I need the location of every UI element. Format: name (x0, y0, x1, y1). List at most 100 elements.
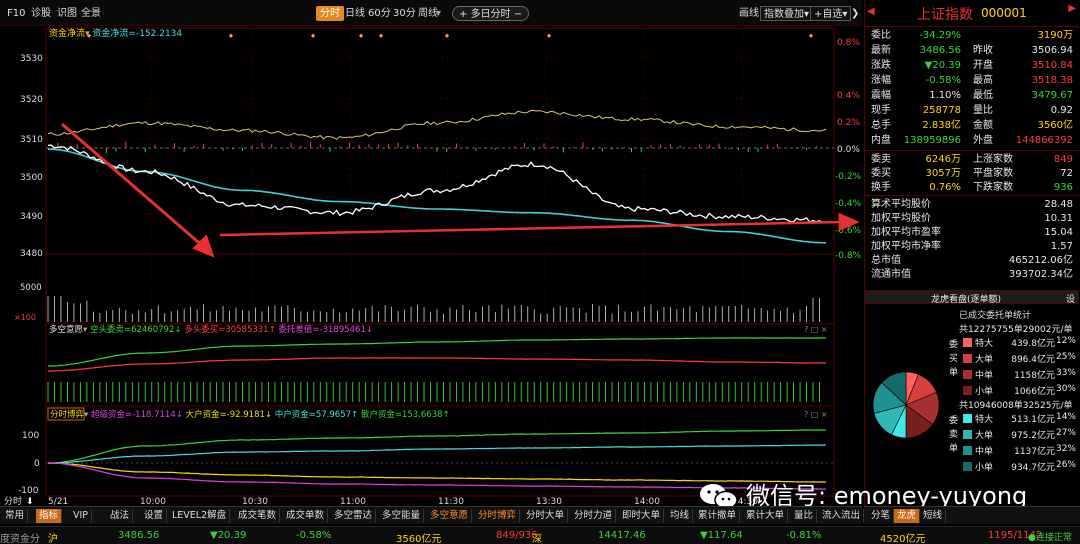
indicator-tab[interactable]: 成交单数 (283, 509, 329, 523)
y-tick-left: 3530 (20, 54, 43, 64)
y-tick-right: 0.8% (837, 38, 860, 48)
quote-key: 最低 (973, 90, 993, 101)
draw-line-button[interactable]: 画线 (736, 6, 762, 21)
tab-shortline[interactable]: 短线 (920, 509, 947, 523)
back-icon[interactable]: ◀ (867, 3, 877, 21)
valuation-value: 465212.06亿 (1008, 255, 1073, 266)
quote-key: 内盘 (871, 135, 891, 146)
indicator-tab[interactable]: 量比 (791, 509, 818, 523)
quote-key: 总手 (871, 120, 891, 131)
indicator-tab[interactable]: 多空雷达 (331, 509, 377, 523)
game-indicator-title[interactable]: 分时博弈 (50, 409, 85, 420)
order-color-swatch (963, 414, 972, 423)
quote-value: 144866392 (1015, 135, 1073, 146)
chevron-down-icon: ▾ (842, 9, 848, 20)
collapse-panel-icon[interactable]: ❯ (848, 6, 862, 21)
panel-controls[interactable]: ? □ × (804, 410, 828, 419)
index-overlay-button[interactable]: 指数叠加▾ (760, 6, 814, 21)
order-amount: 1066亿元 (1014, 387, 1055, 397)
quote-key: 涨幅 (871, 75, 891, 86)
valuation-row: 算术平均股价 28.48 (865, 198, 1077, 211)
quote-value: -0.58% (925, 75, 961, 86)
quote-value: ▼20.39 (924, 60, 961, 71)
indicator-tab[interactable]: LEVEL2解盘 (169, 509, 231, 523)
quote-panel: ◀ 上证指数 000001 ▶ 委比 -34.29% 3190万 最新 3486.56 昨… (864, 0, 1080, 506)
forward-icon[interactable]: ▶ (1068, 3, 1076, 14)
connected-icon: ● (1028, 533, 1036, 543)
indicator-tab[interactable]: 累计大单 (743, 509, 789, 523)
quote-key: 下跌家数 (973, 182, 1013, 193)
quote-value: 0.92 (1050, 105, 1073, 116)
diagnose-button[interactable]: 诊股 (28, 6, 54, 21)
valuation-value: 393702.34亿 (1008, 269, 1073, 280)
minus-icon[interactable]: − (511, 9, 522, 20)
period-dropdown-icon[interactable]: ▾ (436, 6, 441, 21)
fullview-button[interactable]: 全景 (78, 6, 104, 21)
indicator-tab[interactable]: 流入流出 (819, 509, 865, 523)
order-side-label: 委 (949, 340, 959, 350)
indicator-tab[interactable]: VIP (70, 509, 93, 523)
dragon-title: 龙虎看盘(逐单额) (931, 295, 1002, 305)
valuation-value: 1.57 (1050, 241, 1073, 252)
long-buy-value: 多头委买=30585331 (184, 324, 268, 335)
quote-value: 849 (1053, 154, 1073, 165)
f10-button[interactable]: F10 (4, 6, 28, 21)
game-y-tick: -100 (18, 486, 39, 496)
multiday-timeshare-control[interactable]: + 多日分时 − (452, 6, 530, 21)
plus-icon[interactable]: + (459, 9, 471, 20)
sz-price: 14417.46 (598, 530, 646, 541)
indicator-tab[interactable]: 分时大单 (523, 509, 569, 523)
valuation-row: 加权平均市净率 1.57 (865, 240, 1077, 253)
svg-text:资金净流▾ 资金净流=-152.2134: 资金净流▾ 资金净流=-152.2134 (49, 27, 182, 39)
tab-dragon[interactable]: 龙虎 (894, 509, 921, 523)
dragon-settings-button[interactable]: 设 (1066, 292, 1075, 305)
tab-trades[interactable]: 分笔 (868, 509, 895, 523)
quote-key: 换手 (871, 182, 891, 193)
indicator-tab[interactable]: 即时大单 (619, 509, 665, 523)
add-watchlist-button[interactable]: +自选▾ (810, 6, 852, 21)
time-axis-label[interactable]: 分时 (4, 495, 22, 506)
indicator-tab[interactable]: 常用 (2, 509, 29, 523)
valuation-value: 10.31 (1044, 213, 1073, 224)
indicator-tab[interactable]: 多空能量 (379, 509, 425, 523)
order-side-label: 卖 (949, 430, 959, 440)
indicator-tab[interactable]: 分时力道 (571, 509, 617, 523)
indicator-tab[interactable]: 设置 (141, 509, 168, 523)
fund-flow-legend[interactable]: 资金净流 (49, 27, 85, 39)
sz-label[interactable]: 深 (532, 530, 542, 544)
time-tick: 10:00 (140, 497, 166, 506)
order-pie-chart (872, 371, 940, 439)
quote-value: 1.10% (929, 90, 961, 101)
long-short-indicator-title[interactable]: 多空意愿 (49, 324, 84, 335)
indicator-tab[interactable]: 累计撤单 (695, 509, 741, 523)
indicator-tab[interactable]: 分时博弈 (475, 509, 521, 523)
indicator-tab[interactable]: 成交笔数 (235, 509, 281, 523)
time-axis-date: 5/21 (48, 497, 68, 506)
sh-change: ▼20.39 (210, 530, 247, 541)
connection-status-text: 连接正常 (1035, 533, 1072, 543)
y-tick-right: -0.8% (835, 251, 862, 261)
quote-key: 委买 (871, 168, 891, 179)
indicator-tab[interactable]: 指标 (36, 509, 63, 523)
valuation-value: 28.48 (1044, 199, 1073, 210)
chart-recognition-button[interactable]: 识图 (54, 6, 80, 21)
sh-label[interactable]: 沪 (48, 530, 58, 544)
order-amount: 975.2亿元 (1011, 431, 1055, 441)
y-tick-left: 3490 (20, 212, 43, 222)
indicator-tab[interactable]: 多空意愿 (427, 509, 473, 523)
y-tick-left: 3510 (20, 135, 43, 145)
panel-controls[interactable]: ? □ × (804, 325, 828, 334)
retail-value: 散户资金=153.6638 (361, 409, 443, 420)
quote-row: 委比 -34.29% 3190万 (865, 29, 1077, 42)
quote-value: 3479.67 (1031, 90, 1073, 101)
sz-change-pct: -0.81% (786, 530, 822, 541)
tab-timeshare[interactable]: 分时 (316, 6, 344, 21)
right-tab-bar: 分笔 龙虎 短线 (864, 506, 1080, 524)
order-amount: 513.1亿元 (1011, 415, 1055, 425)
quote-value: 3518.38 (1031, 75, 1073, 86)
order-pct: 12% (1055, 336, 1076, 346)
valuation-key: 加权平均股价 (871, 213, 931, 224)
indicator-tab[interactable]: 战法 (107, 509, 134, 523)
time-tick: 11:30 (438, 497, 464, 506)
indicator-tab[interactable]: 均线 (667, 509, 694, 523)
